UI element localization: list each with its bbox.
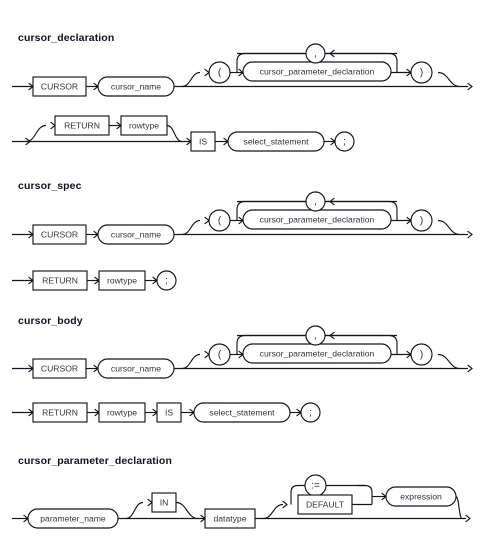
node-cursor-param-decl: cursor_parameter_declaration: [242, 61, 392, 82]
node-label-cursor-keyword: CURSOR: [41, 81, 78, 91]
node-label-cursor-param-decl: cursor_parameter_declaration: [260, 66, 375, 76]
node-label-close-paren: ): [420, 350, 423, 361]
rail-up-to-open-paren: [181, 71, 201, 88]
node-label-semicolon: ;: [309, 408, 312, 419]
node-is-keyword: IS: [190, 131, 216, 152]
rail-arrow-open-paren: [204, 68, 210, 77]
rail-up-to-in: [125, 501, 144, 520]
rail-rowtype-down: [166, 124, 183, 143]
node-semicolon: ;: [300, 402, 321, 423]
node-return-keyword: RETURN: [32, 270, 88, 291]
node-label-close-paren: ): [420, 68, 423, 79]
rail-arrow-default-group: [282, 500, 288, 509]
node-comma-separator: ,: [305, 43, 326, 64]
rail-arrow-in: [147, 498, 153, 507]
node-label-select-statement: select_statement: [244, 136, 310, 146]
node-label-rowtype: rowtype: [129, 120, 159, 130]
node-open-paren: (: [208, 209, 231, 232]
node-semicolon: ;: [334, 131, 355, 152]
rail-arrow-open-paren: [204, 216, 210, 225]
node-label-cursor-param-decl: cursor_parameter_declaration: [260, 348, 375, 358]
node-close-paren: ): [410, 343, 433, 366]
node-label-expression: expression: [400, 491, 442, 501]
node-label-rowtype: rowtype: [107, 407, 137, 417]
node-label-cursor-keyword: CURSOR: [41, 363, 78, 373]
rail-arrow-exit: [465, 514, 471, 523]
node-label-in-keyword: IN: [160, 497, 169, 507]
node-label-select-statement: select_statement: [210, 407, 276, 417]
node-label-cursor-name: cursor_name: [111, 363, 161, 373]
node-close-paren: ): [410, 61, 433, 84]
rail-assign-join: [358, 484, 373, 505]
node-label-comma-separator: ,: [314, 197, 317, 208]
node-label-semicolon: ;: [343, 137, 346, 148]
node-cursor-param-decl: cursor_parameter_declaration: [242, 343, 392, 364]
node-cursor-name: cursor_name: [97, 358, 175, 379]
node-label-comma-separator: ,: [314, 49, 317, 60]
rail-expression-down: [455, 495, 463, 520]
node-parameter-name: parameter_name: [27, 508, 119, 529]
node-label-assign-operator: :=: [311, 481, 320, 492]
node-label-cursor-param-decl: cursor_parameter_declaration: [260, 214, 375, 224]
node-assign-operator: :=: [304, 474, 327, 497]
node-cursor-keyword: CURSOR: [32, 358, 87, 379]
node-label-is-keyword: IS: [165, 407, 173, 417]
node-label-semicolon: ;: [165, 276, 168, 287]
node-cursor-keyword: CURSOR: [32, 76, 87, 97]
node-is-keyword: IS: [156, 402, 182, 423]
node-cursor-name: cursor_name: [97, 224, 175, 245]
node-open-paren: (: [208, 61, 231, 84]
rail-up-to-open-paren: [181, 353, 201, 370]
node-label-parameter-name: parameter_name: [40, 513, 106, 523]
node-comma-separator: ,: [305, 191, 326, 212]
rail-arrow-open-paren: [204, 350, 210, 359]
rail-close-paren-down: [437, 219, 461, 236]
node-semicolon: ;: [156, 270, 177, 291]
rail-close-paren-down: [437, 71, 461, 88]
rail-arrow-return: [50, 121, 56, 130]
node-label-return-keyword: RETURN: [42, 275, 78, 285]
rail-arrow-exit: [467, 364, 473, 373]
node-datatype: datatype: [204, 508, 256, 529]
diagram-cursor_spec: CURSOR cursor_name ( cursor_parameter_decla…: [12, 191, 473, 291]
node-return-keyword: RETURN: [32, 402, 88, 423]
node-label-is-keyword: IS: [199, 136, 207, 146]
rail-close-paren-down: [437, 353, 461, 370]
rail-in-down: [175, 501, 199, 520]
node-label-return-keyword: RETURN: [42, 407, 78, 417]
node-rowtype: rowtype: [98, 402, 146, 423]
rail-up-to-default-group: [262, 503, 284, 520]
node-label-rowtype: rowtype: [107, 275, 137, 285]
node-label-comma-separator: ,: [314, 331, 317, 342]
node-label-return-keyword: RETURN: [64, 120, 100, 130]
diagram-cursor_parameter_declaration: parameter_name IN datatype := DEFAULT express…: [12, 474, 471, 529]
node-rowtype: rowtype: [120, 115, 168, 136]
diagram-cursor_declaration: CURSOR cursor_name ( cursor_parameter_decla…: [12, 43, 473, 152]
node-cursor-param-decl: cursor_parameter_declaration: [242, 209, 392, 230]
node-comma-separator: ,: [305, 325, 326, 346]
node-select-statement: select_statement: [193, 402, 291, 423]
rail-up-to-open-paren: [181, 219, 201, 236]
rail-arrow-exit: [467, 230, 473, 239]
node-close-paren: ): [410, 209, 433, 232]
node-cursor-name: cursor_name: [97, 76, 175, 97]
node-select-statement: select_statement: [227, 131, 325, 152]
rail-up-to-return: [25, 124, 47, 143]
syntax-diagram-page: cursor_declaration CURSOR cursor_name(curs…: [0, 0, 500, 541]
node-label-default-keyword: DEFAULT: [306, 499, 345, 509]
node-cursor-keyword: CURSOR: [32, 224, 87, 245]
node-label-datatype: datatype: [214, 513, 247, 523]
rail-arrow-exit: [467, 82, 473, 91]
node-label-cursor-name: cursor_name: [111, 81, 161, 91]
diagram-cursor_body: CURSOR cursor_name ( cursor_parameter_decla…: [12, 325, 473, 423]
node-return-keyword: RETURN: [54, 115, 110, 136]
node-rowtype: rowtype: [98, 270, 146, 291]
node-default-keyword: DEFAULT: [297, 494, 353, 515]
node-in-keyword: IN: [151, 492, 177, 513]
node-label-cursor-name: cursor_name: [111, 229, 161, 239]
node-label-cursor-keyword: CURSOR: [41, 229, 78, 239]
node-expression: expression: [385, 486, 457, 507]
node-label-close-paren: ): [420, 216, 423, 227]
node-open-paren: (: [208, 343, 231, 366]
